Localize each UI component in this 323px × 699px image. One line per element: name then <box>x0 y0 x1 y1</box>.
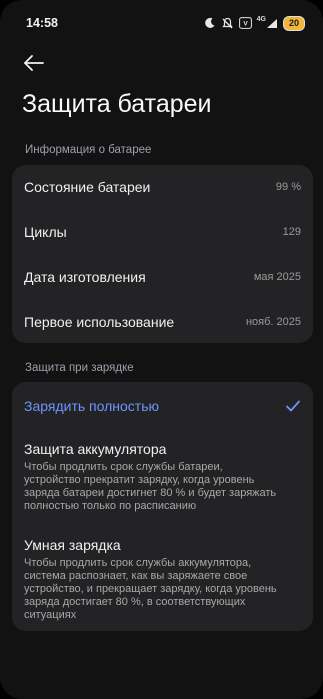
back-arrow-icon <box>24 55 44 71</box>
moon-icon <box>204 17 216 29</box>
option-smart-charging[interactable]: Умная зарядка Чтобы продлить срок службы… <box>12 537 313 622</box>
section-label-charging-protection: Защита при зарядке <box>25 362 134 374</box>
volte-icon: V <box>238 17 252 29</box>
option-charge-fully[interactable]: Зарядить полностью <box>12 398 313 414</box>
mute-icon <box>221 17 234 30</box>
row-manufacture-date[interactable]: Дата изготовления мая 2025 <box>12 255 313 299</box>
battery-icon: 20 <box>282 15 305 31</box>
status-bar: 14:58 V 4G 20 <box>0 0 323 44</box>
option-title: Умная зарядка <box>24 537 121 553</box>
row-cycles[interactable]: Циклы 129 <box>12 210 313 254</box>
row-value: 99 % <box>275 181 301 193</box>
option-description: Чтобы продлить срок службы аккумулятора,… <box>24 557 277 621</box>
status-icons: V 4G 20 <box>204 13 305 33</box>
back-button[interactable] <box>20 50 48 76</box>
charging-protection-card: Зарядить полностью Защита аккумулятора Ч… <box>12 382 313 631</box>
option-title: Зарядить полностью <box>24 398 159 414</box>
row-label: Состояние батареи <box>24 179 151 195</box>
row-label: Первое использование <box>24 314 175 330</box>
row-first-use[interactable]: Первое использование нояб. 2025 <box>12 300 313 344</box>
section-label-battery-info: Информация о батарее <box>25 144 152 156</box>
battery-info-card: Состояние батареи 99 % Циклы 129 Дата из… <box>12 165 313 343</box>
signal-icon: 4G <box>256 15 278 29</box>
row-value: мая 2025 <box>253 271 301 283</box>
page-title: Защита батареи <box>22 90 212 118</box>
row-value: 129 <box>282 226 301 238</box>
row-label: Дата изготовления <box>24 269 146 285</box>
row-battery-health[interactable]: Состояние батареи 99 % <box>12 165 313 209</box>
row-value: нояб. 2025 <box>245 316 301 328</box>
option-description: Чтобы продлить срок службы батареи, устр… <box>24 461 277 512</box>
row-label: Циклы <box>24 224 67 240</box>
svg-text:V: V <box>243 21 248 28</box>
status-time: 14:58 <box>26 16 58 30</box>
checkmark-icon <box>286 400 300 412</box>
screen: 14:58 V 4G 20 Защита батареи Информация <box>0 0 323 699</box>
option-title: Защита аккумулятора <box>24 441 167 457</box>
option-battery-protection[interactable]: Защита аккумулятора Чтобы продлить срок … <box>12 441 313 513</box>
network-label: 4G <box>256 15 266 23</box>
